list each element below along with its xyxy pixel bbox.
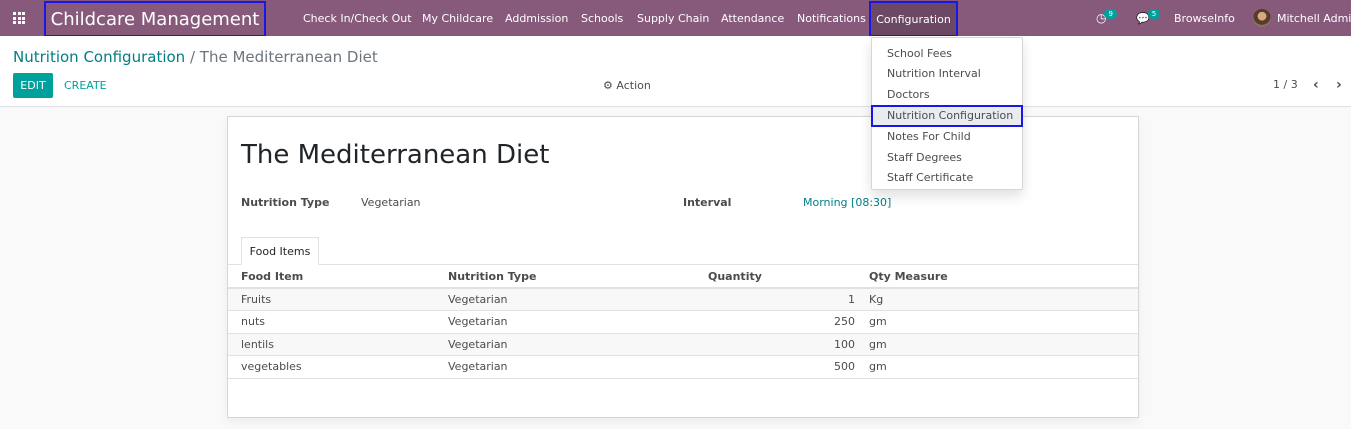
interval-label: Interval xyxy=(683,196,732,209)
menu-attendance[interactable]: Attendance xyxy=(721,0,784,36)
menu-configuration[interactable]: Configuration xyxy=(869,1,958,37)
user-menu[interactable]: Mitchell Admin xyxy=(1253,0,1351,36)
cell-quantity: 250 xyxy=(708,310,861,334)
cell-nutrition-type: Vegetarian xyxy=(448,310,708,334)
col-nutrition-type[interactable]: Nutrition Type xyxy=(448,265,708,289)
apps-menu-icon[interactable] xyxy=(13,12,26,24)
activity-button[interactable]: ◷ 9 xyxy=(1096,0,1117,36)
table-row[interactable]: Fruits Vegetarian 1 Kg xyxy=(228,288,1138,311)
dropdown-item-school-fees[interactable]: School Fees xyxy=(872,43,1022,64)
breadcrumb-current: The Mediterranean Diet xyxy=(199,48,378,66)
breadcrumb-separator: / xyxy=(189,48,196,66)
cell-quantity: 500 xyxy=(708,355,861,379)
gear-icon: ⚙ xyxy=(603,79,613,92)
cell-qty-measure: Kg xyxy=(861,288,1138,311)
chevron-left-icon[interactable]: ‹ xyxy=(1313,77,1319,93)
table-row[interactable]: lentils Vegetarian 100 gm xyxy=(228,333,1138,356)
table-row[interactable]: nuts Vegetarian 250 gm xyxy=(228,310,1138,334)
action-menu[interactable]: ⚙ Action xyxy=(603,79,651,92)
col-food-item[interactable]: Food Item xyxy=(228,265,448,289)
menu-admission[interactable]: Addmission xyxy=(505,0,568,36)
user-name: Mitchell Admin xyxy=(1277,11,1351,25)
messages-button[interactable]: 💬 5 xyxy=(1136,0,1161,36)
col-quantity[interactable]: Quantity xyxy=(708,265,861,289)
dropdown-item-nutrition-configuration[interactable]: Nutrition Configuration xyxy=(871,104,1023,127)
interval-link[interactable]: Morning [08:30] xyxy=(803,196,891,209)
dropdown-item-nutrition-interval[interactable]: Nutrition Interval xyxy=(872,64,1022,85)
create-button[interactable]: CREATE xyxy=(64,79,107,92)
nutrition-type-value: Vegetarian xyxy=(361,196,421,209)
tab-food-items[interactable]: Food Items xyxy=(241,237,319,265)
menu-check-in-out[interactable]: Check In/Check Out xyxy=(303,0,412,36)
cell-food-item: nuts xyxy=(228,310,448,334)
avatar xyxy=(1253,9,1271,27)
dropdown-item-doctors[interactable]: Doctors xyxy=(872,84,1022,105)
record-title: The Mediterranean Diet xyxy=(241,140,550,170)
dropdown-item-staff-degrees[interactable]: Staff Degrees xyxy=(872,147,1022,168)
cell-nutrition-type: Vegetarian xyxy=(448,355,708,379)
cell-qty-measure: gm xyxy=(861,333,1138,356)
cell-nutrition-type: Vegetarian xyxy=(448,288,708,311)
control-panel: Nutrition Configuration / The Mediterran… xyxy=(0,36,1351,107)
dropdown-item-staff-certificate[interactable]: Staff Certificate xyxy=(872,168,1022,189)
cell-food-item: vegetables xyxy=(228,355,448,379)
dropdown-item-notes-for-child[interactable]: Notes For Child xyxy=(872,127,1022,148)
nutrition-type-label: Nutrition Type xyxy=(241,196,330,209)
edit-button[interactable]: EDIT xyxy=(13,73,53,98)
cell-food-item: lentils xyxy=(228,333,448,356)
activity-badge: 9 xyxy=(1104,9,1117,19)
app-brand[interactable]: Childcare Management xyxy=(44,1,266,37)
menu-schools[interactable]: Schools xyxy=(581,0,623,36)
messages-badge: 5 xyxy=(1147,9,1161,19)
cell-quantity: 100 xyxy=(708,333,861,356)
chevron-right-icon[interactable]: › xyxy=(1336,77,1342,93)
pager-value[interactable]: 1 / 3 xyxy=(1273,78,1298,91)
breadcrumb: Nutrition Configuration / The Mediterran… xyxy=(13,48,378,66)
cell-qty-measure: gm xyxy=(861,355,1138,379)
breadcrumb-parent[interactable]: Nutrition Configuration xyxy=(13,48,185,66)
menu-notifications[interactable]: Notifications xyxy=(797,0,866,36)
cell-qty-measure: gm xyxy=(861,310,1138,334)
action-label: Action xyxy=(616,79,651,92)
menu-my-childcare[interactable]: My Childcare xyxy=(422,0,493,36)
col-qty-measure[interactable]: Qty Measure xyxy=(861,265,1138,289)
cell-nutrition-type: Vegetarian xyxy=(448,333,708,356)
cell-food-item: Fruits xyxy=(228,288,448,311)
company-switcher[interactable]: BrowseInfo xyxy=(1174,0,1235,36)
top-navbar: Childcare Management Check In/Check Out … xyxy=(0,0,1351,37)
menu-supply-chain[interactable]: Supply Chain xyxy=(637,0,709,36)
food-items-table: Food Item Nutrition Type Quantity Qty Me… xyxy=(228,265,1138,379)
cell-quantity: 1 xyxy=(708,288,861,311)
table-header-row: Food Item Nutrition Type Quantity Qty Me… xyxy=(228,265,1138,289)
configuration-dropdown: School Fees Nutrition Interval Doctors N… xyxy=(871,37,1023,190)
table-row[interactable]: vegetables Vegetarian 500 gm xyxy=(228,355,1138,379)
